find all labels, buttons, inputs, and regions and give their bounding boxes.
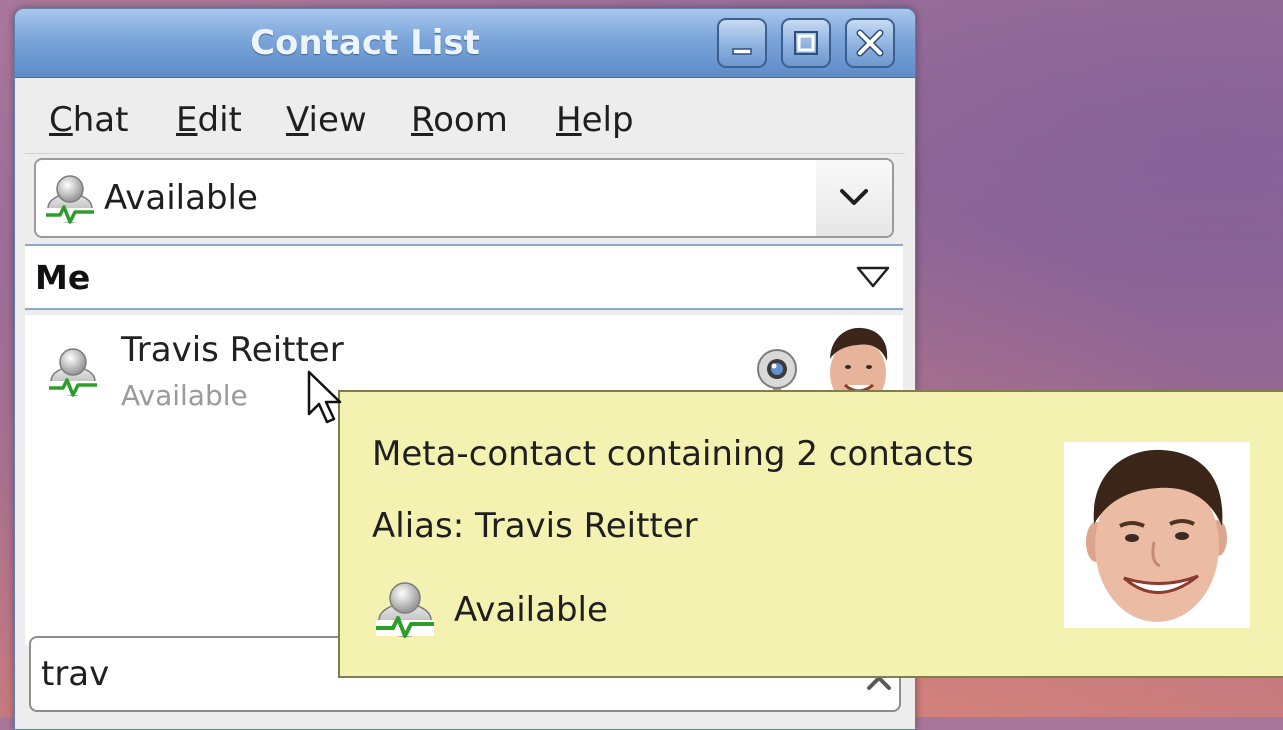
contact-photo bbox=[1086, 449, 1227, 622]
available-status-icon bbox=[49, 348, 97, 397]
status-dropdown-button[interactable] bbox=[816, 160, 892, 236]
maximize-button[interactable] bbox=[781, 18, 831, 68]
contact-status: Available bbox=[121, 379, 248, 412]
tooltip-status: Available bbox=[454, 590, 608, 630]
available-status-icon bbox=[46, 175, 94, 224]
minimize-button[interactable] bbox=[717, 18, 767, 68]
menu-room[interactable]: Room bbox=[411, 100, 508, 140]
close-button[interactable] bbox=[845, 18, 895, 68]
status-label: Available bbox=[104, 178, 258, 218]
minimize-icon bbox=[732, 48, 752, 55]
menu-view[interactable]: View bbox=[286, 100, 367, 140]
chevron-down-icon bbox=[840, 189, 868, 205]
tooltip-alias: Alias: Travis Reitter bbox=[372, 506, 698, 546]
search-value: trav bbox=[41, 654, 110, 694]
titlebar[interactable]: Contact List bbox=[15, 9, 915, 78]
tooltip-summary: Meta-contact containing 2 contacts bbox=[372, 434, 974, 474]
menu-edit[interactable]: Edit bbox=[176, 100, 242, 140]
expander-triangle-icon[interactable] bbox=[855, 264, 891, 290]
group-name: Me bbox=[35, 258, 91, 297]
close-icon bbox=[856, 29, 884, 57]
menu-help[interactable]: Help bbox=[556, 100, 634, 140]
group-header-me[interactable]: Me bbox=[25, 244, 903, 310]
contact-tooltip: Meta-contact containing 2 contacts Alias… bbox=[338, 390, 1283, 678]
mouse-cursor-icon bbox=[307, 370, 342, 424]
window-title: Contact List bbox=[250, 23, 480, 63]
menubar: Chat Edit View Room Help bbox=[15, 78, 915, 154]
menu-chat[interactable]: Chat bbox=[49, 100, 128, 140]
available-status-icon bbox=[376, 582, 434, 638]
tooltip-avatar bbox=[1064, 442, 1250, 628]
contact-name: Travis Reitter bbox=[121, 330, 344, 370]
menubar-divider bbox=[25, 153, 905, 154]
maximize-icon bbox=[794, 31, 818, 55]
presence-status-combo[interactable]: Available bbox=[34, 158, 894, 238]
